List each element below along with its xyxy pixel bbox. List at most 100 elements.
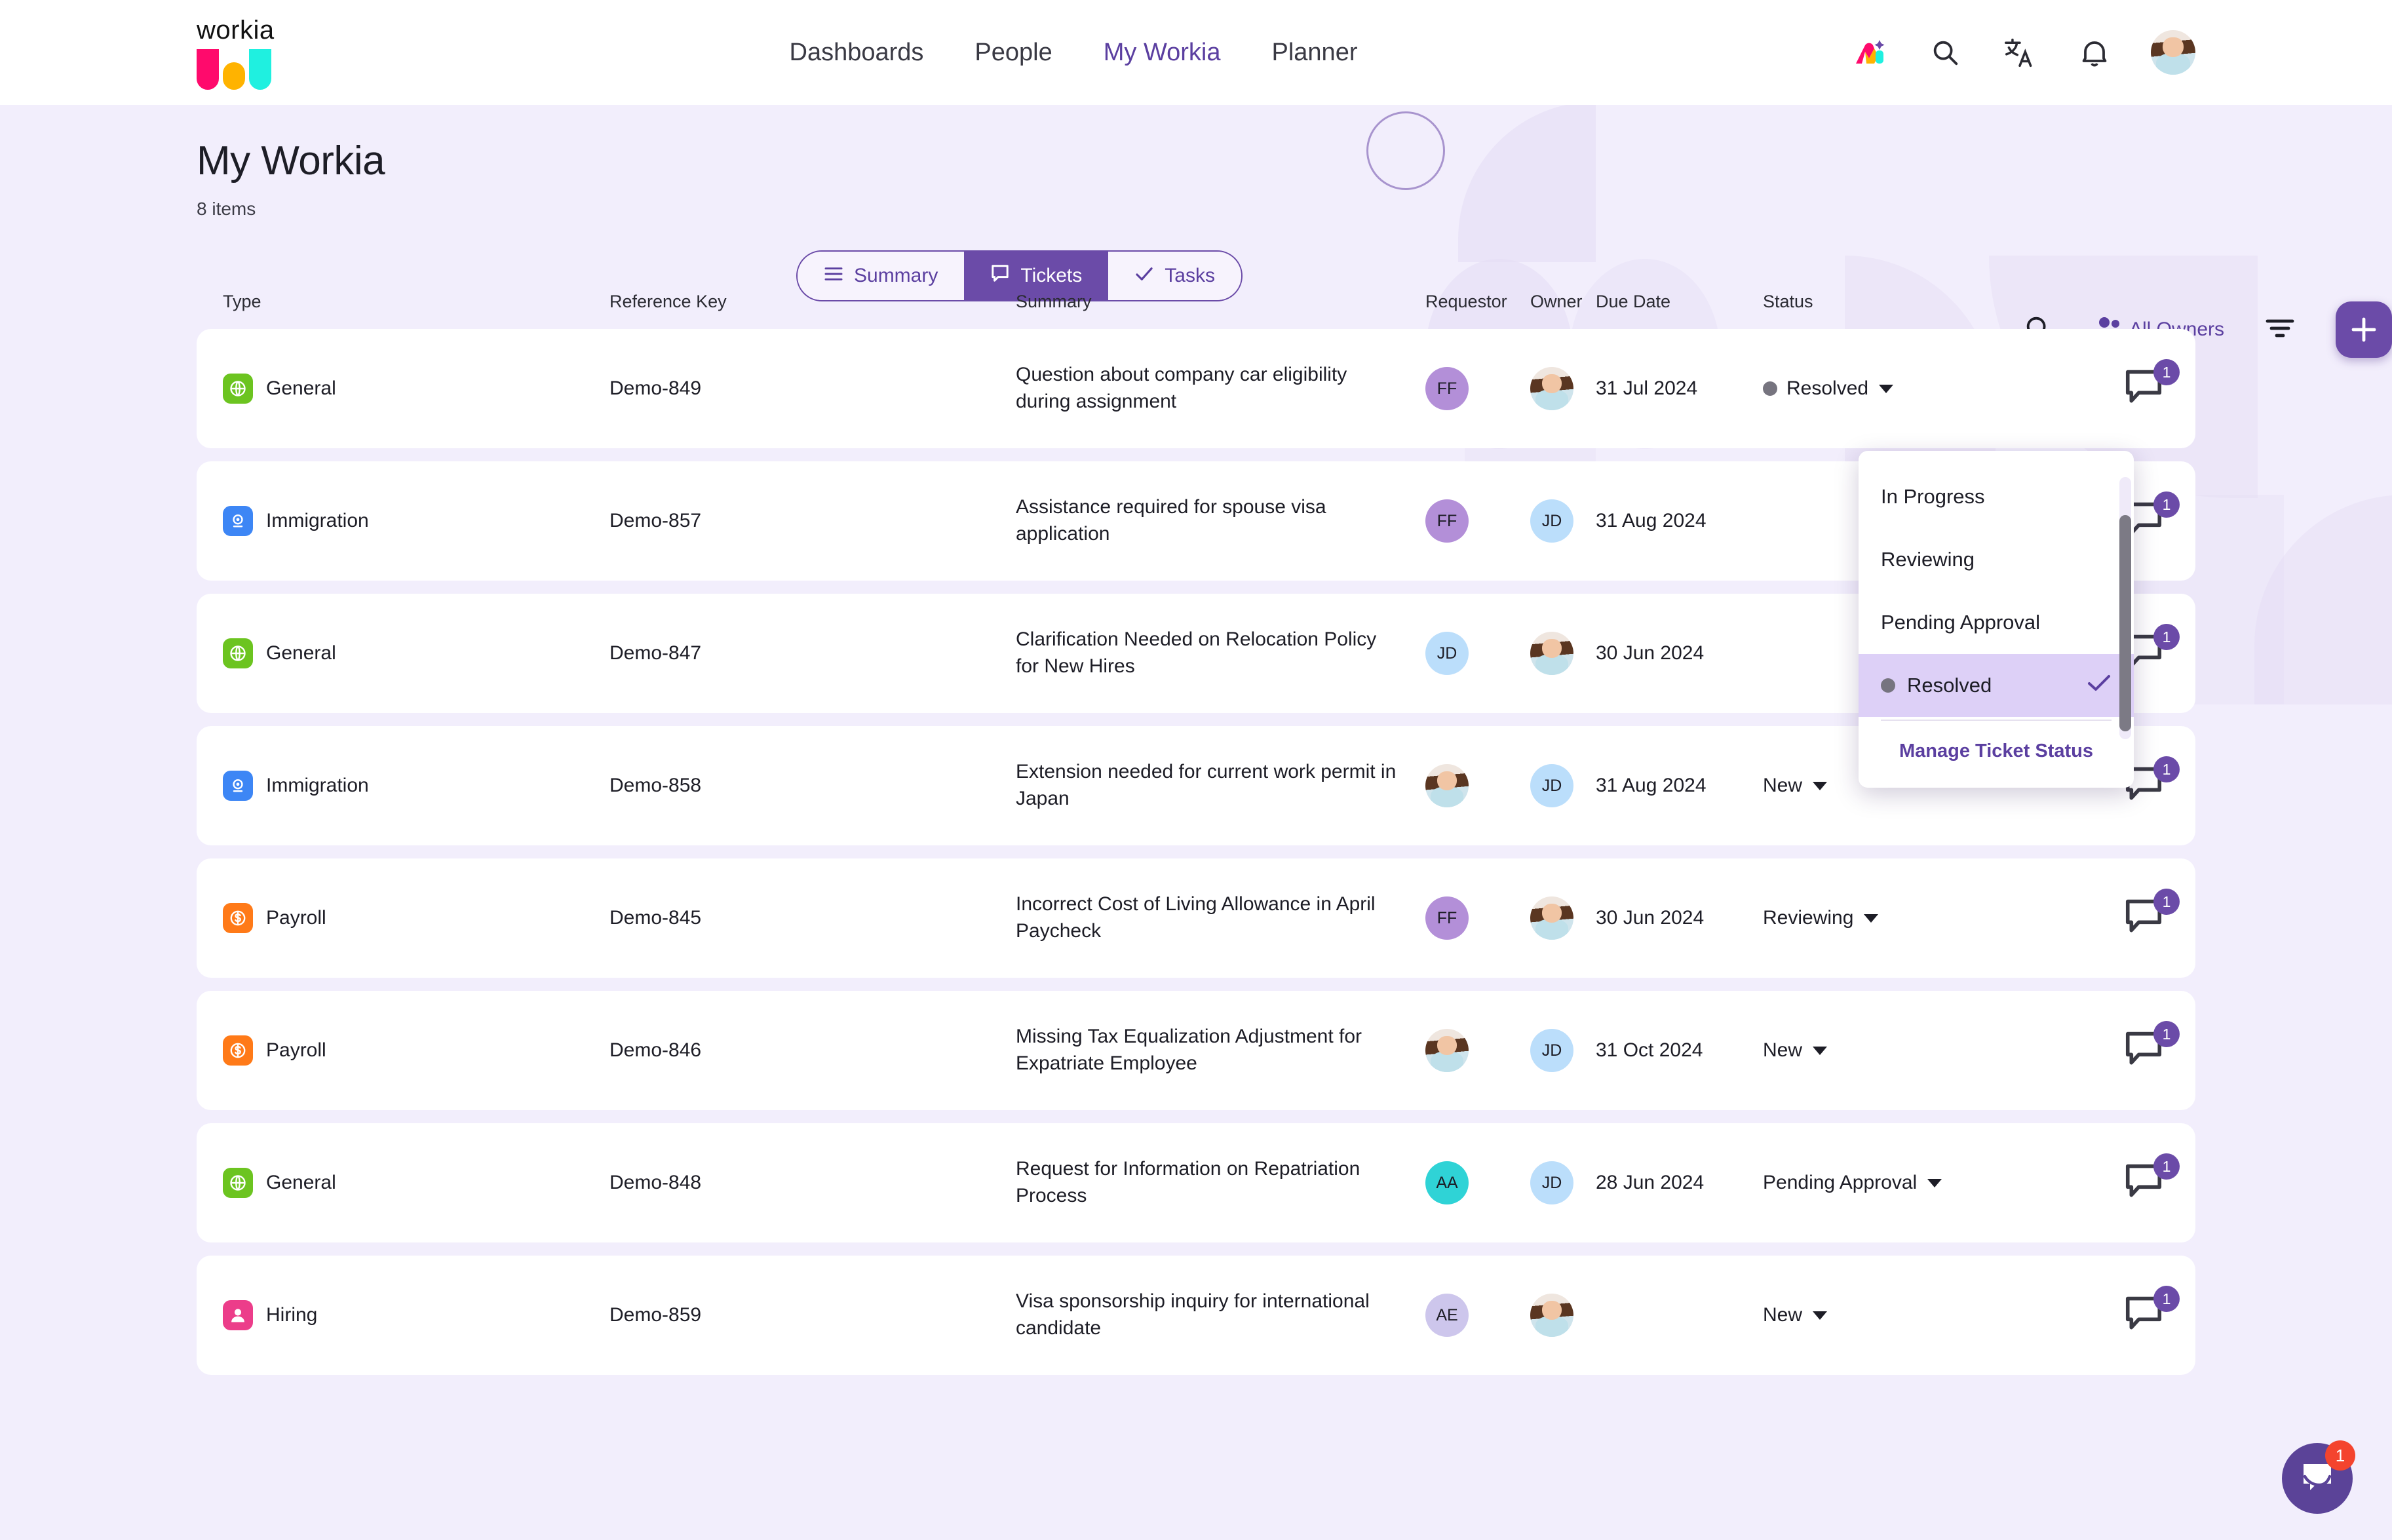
column-header-requestor: Requestor	[1425, 292, 1507, 311]
chevron-down-icon	[1813, 1311, 1828, 1320]
nav-item-people[interactable]: People	[974, 39, 1052, 67]
reference-key[interactable]: Demo-846	[609, 1039, 701, 1062]
status-dropdown-button[interactable]: New	[1763, 775, 1828, 797]
filter-button[interactable]	[2265, 317, 2295, 343]
status-dropdown-button[interactable]: New	[1763, 1039, 1828, 1062]
dropdown-option[interactable]: Resolved	[1859, 654, 2134, 717]
requestor-avatar[interactable]: AA	[1425, 1161, 1469, 1204]
reference-key[interactable]: Demo-847	[609, 642, 701, 664]
search-icon[interactable]	[1927, 34, 1963, 71]
reference-key[interactable]: Demo-858	[609, 775, 701, 797]
summary-text[interactable]: Visa sponsorship inquiry for internation…	[1016, 1288, 1425, 1342]
check-icon	[2087, 674, 2112, 697]
cell-summary: Missing Tax Equalization Adjustment for …	[1016, 1024, 1425, 1077]
reference-key[interactable]: Demo-859	[609, 1304, 701, 1326]
intercom-chat-launcher[interactable]: 1	[2282, 1440, 2355, 1514]
cell-owner: JD	[1530, 499, 1596, 543]
requestor-avatar[interactable]: JD	[1425, 632, 1469, 675]
reference-key[interactable]: Demo-848	[609, 1172, 701, 1194]
workia-logo[interactable]: workia	[197, 16, 295, 90]
table-row[interactable]: General Demo-848 Request for Information…	[197, 1123, 2195, 1242]
cell-status: Reviewing 1	[1763, 889, 2180, 938]
cell-summary: Question about company car eligibility d…	[1016, 362, 1425, 415]
dropdown-option-label: Reviewing	[1881, 548, 1975, 571]
owner-avatar[interactable]	[1530, 632, 1573, 675]
owner-avatar[interactable]	[1530, 896, 1573, 940]
chevron-down-icon	[1813, 1046, 1828, 1055]
requestor-avatar[interactable]: FF	[1425, 499, 1469, 543]
cell-summary: Assistance required for spouse visa appl…	[1016, 494, 1425, 548]
nav-item-my-workia[interactable]: My Workia	[1104, 39, 1221, 67]
translate-icon[interactable]	[2001, 34, 2038, 71]
summary-text[interactable]: Question about company car eligibility d…	[1016, 362, 1425, 415]
requestor-avatar[interactable]: FF	[1425, 896, 1469, 940]
owner-avatar[interactable]	[1530, 1294, 1573, 1337]
nav-item-dashboards[interactable]: Dashboards	[790, 39, 924, 67]
comments-button[interactable]: 1	[2123, 1021, 2180, 1071]
add-ticket-button[interactable]	[2336, 301, 2392, 358]
comments-button[interactable]: 1	[2123, 1286, 2180, 1336]
owner-avatar[interactable]: JD	[1530, 1029, 1573, 1072]
user-avatar[interactable]	[2151, 30, 2195, 75]
notifications-bell-icon[interactable]	[2076, 34, 2113, 71]
status-label: New	[1763, 775, 1803, 796]
status-label: New	[1763, 1304, 1803, 1326]
summary-text[interactable]: Clarification Needed on Relocation Polic…	[1016, 626, 1425, 680]
type-label: General	[266, 377, 336, 399]
summary-text[interactable]: Incorrect Cost of Living Allowance in Ap…	[1016, 891, 1425, 945]
status-dropdown-button[interactable]: Resolved	[1763, 377, 1894, 400]
dropdown-option[interactable]: In Progress	[1859, 465, 2134, 528]
dropdown-scrollbar-thumb[interactable]	[2119, 515, 2131, 731]
cell-type: General	[223, 1168, 609, 1198]
status-label: New	[1763, 1039, 1803, 1061]
dropdown-option[interactable]: Pending Approval	[1859, 591, 2134, 654]
status-label: Resolved	[1786, 377, 1869, 399]
dollar-icon	[223, 903, 253, 933]
comments-button[interactable]: 1	[2123, 1153, 2180, 1203]
cell-requestor: AA	[1425, 1161, 1530, 1204]
cell-reference-key: Demo-846	[609, 1039, 1016, 1062]
cell-reference-key: Demo-848	[609, 1172, 1016, 1194]
status-dropdown-button[interactable]: Pending Approval	[1763, 1172, 1942, 1194]
cell-type: Immigration	[223, 506, 609, 536]
dropdown-option[interactable]: Reviewing	[1859, 528, 2134, 591]
status-dropdown-menu[interactable]: In Progress Reviewing Pending Approval R…	[1859, 451, 2134, 788]
type-label: Immigration	[266, 510, 369, 531]
requestor-avatar[interactable]: AE	[1425, 1294, 1469, 1337]
reference-key[interactable]: Demo-857	[609, 510, 701, 532]
summary-text[interactable]: Extension needed for current work permit…	[1016, 759, 1425, 813]
table-row[interactable]: Payroll Demo-846 Missing Tax Equalizatio…	[197, 991, 2195, 1110]
owner-avatar[interactable]: JD	[1530, 499, 1573, 543]
reference-key[interactable]: Demo-845	[609, 907, 701, 929]
reference-key[interactable]: Demo-849	[609, 377, 701, 400]
type-label: Payroll	[266, 1039, 326, 1061]
status-dropdown-button[interactable]: New	[1763, 1304, 1828, 1326]
requestor-avatar[interactable]	[1425, 764, 1469, 807]
due-date: 30 Jun 2024	[1596, 907, 1705, 929]
summary-text[interactable]: Missing Tax Equalization Adjustment for …	[1016, 1024, 1425, 1077]
page-title: My Workia	[197, 138, 385, 183]
ai-sparkle-icon[interactable]	[1852, 34, 1889, 71]
owner-avatar[interactable]: JD	[1530, 764, 1573, 807]
cell-summary: Extension needed for current work permit…	[1016, 759, 1425, 813]
person-icon	[223, 1300, 253, 1330]
due-date: 31 Jul 2024	[1596, 377, 1698, 399]
chevron-down-icon	[1864, 914, 1879, 923]
main-nav: Dashboards People My Workia Planner	[295, 39, 1852, 67]
requestor-avatar[interactable]: FF	[1425, 367, 1469, 410]
summary-text[interactable]: Assistance required for spouse visa appl…	[1016, 494, 1425, 548]
owner-avatar[interactable]: JD	[1530, 1161, 1573, 1204]
table-row[interactable]: General Demo-849 Question about company …	[197, 329, 2195, 448]
nav-item-planner[interactable]: Planner	[1272, 39, 1358, 67]
comments-button[interactable]: 1	[2123, 889, 2180, 938]
comments-button[interactable]: 1	[2123, 359, 2180, 409]
cell-requestor: FF	[1425, 499, 1530, 543]
type-label: General	[266, 1172, 336, 1193]
requestor-avatar[interactable]	[1425, 1029, 1469, 1072]
table-row[interactable]: Payroll Demo-845 Incorrect Cost of Livin…	[197, 858, 2195, 978]
status-dropdown-button[interactable]: Reviewing	[1763, 907, 1879, 929]
summary-text[interactable]: Request for Information on Repatriation …	[1016, 1156, 1425, 1210]
owner-avatar[interactable]	[1530, 367, 1573, 410]
table-row[interactable]: Hiring Demo-859 Visa sponsorship inquiry…	[197, 1256, 2195, 1375]
manage-ticket-status-link[interactable]: Manage Ticket Status	[1899, 741, 2093, 762]
